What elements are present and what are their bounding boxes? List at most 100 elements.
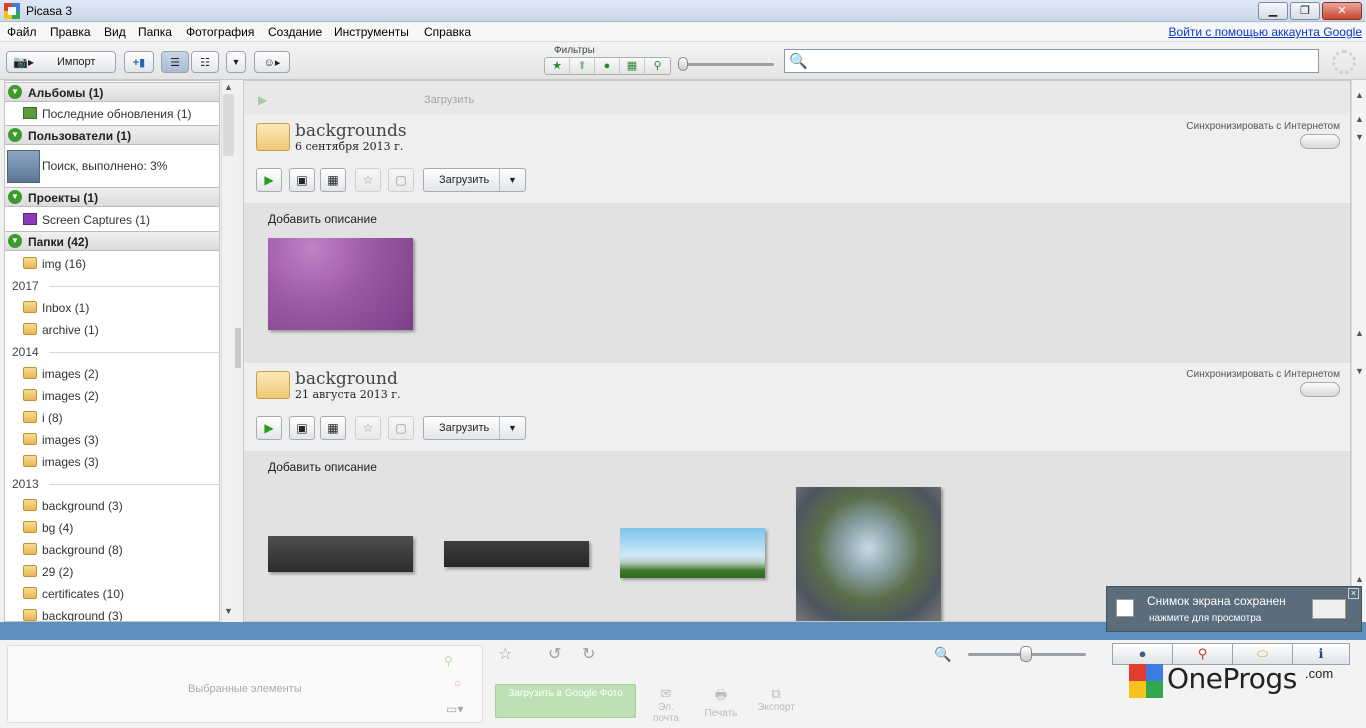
photo-thumbnail[interactable] <box>268 238 413 330</box>
scroll-up-icon[interactable]: ▲ <box>1352 574 1366 584</box>
chevron-down-icon[interactable]: ▼ <box>508 417 517 439</box>
print-button[interactable]: 🖶 Печать <box>703 686 739 719</box>
selected-items-tray[interactable]: Выбранные элементы ⚲ ○ ▭▾ <box>7 645 483 723</box>
export-button[interactable]: ⧉ Экспорт <box>756 686 796 713</box>
pin-icon[interactable]: ⚲ <box>444 654 453 668</box>
folder-item[interactable]: background (3) <box>5 495 219 517</box>
minimize-button[interactable]: ▁ <box>1258 2 1288 20</box>
folder-item[interactable]: 29 (2) <box>5 561 219 583</box>
album-title[interactable]: background <box>295 369 398 389</box>
photo-thumbnail[interactable] <box>796 487 941 621</box>
photo-thumbnail[interactable] <box>620 528 765 578</box>
scroll-up-icon[interactable]: ▲ <box>1352 328 1366 338</box>
scrollbar-thumb[interactable] <box>223 94 234 156</box>
folder-item[interactable]: img (16) <box>5 253 219 275</box>
scroll-down-icon[interactable]: ▼ <box>1352 366 1366 376</box>
folder-item[interactable]: i (8) <box>5 407 219 429</box>
sync-toggle[interactable] <box>1300 382 1340 397</box>
scroll-up-icon[interactable]: ▲ <box>222 82 235 92</box>
folder-item[interactable]: background (8) <box>5 539 219 561</box>
upload-button[interactable]: Загрузить ▼ <box>423 416 526 440</box>
menu-view[interactable]: Вид <box>104 25 126 39</box>
section-folders[interactable]: ▼ Папки (42) <box>5 231 219 251</box>
save-button[interactable]: ▢ <box>388 168 414 192</box>
tree-view-button[interactable]: ☷ <box>191 51 219 73</box>
email-button[interactable]: ✉ Эл. почта <box>644 686 688 724</box>
folder-item[interactable]: images (3) <box>5 451 219 473</box>
google-signin-link[interactable]: Войти с помощью аккаунта Google <box>1169 25 1362 39</box>
library-scrollbar[interactable]: ▲ ▼ <box>221 80 234 622</box>
star-button[interactable]: ☆ <box>355 168 381 192</box>
filter-geotag-icon[interactable]: ⚲ <box>645 58 670 74</box>
folder-item[interactable]: background (3) <box>5 605 219 621</box>
upload-to-google-photos-button[interactable]: Загрузить в Google Фото <box>495 684 636 718</box>
list-view-button[interactable]: ☰ <box>161 51 189 73</box>
filter-video-icon[interactable]: ▦ <box>620 58 645 74</box>
folder-item[interactable]: bg (4) <box>5 517 219 539</box>
collage-button[interactable]: ▣ <box>289 168 315 192</box>
filter-starred-icon[interactable]: ★ <box>545 58 570 74</box>
photo-thumbnail[interactable] <box>444 541 589 567</box>
expand-arrow-icon[interactable]: ▼ <box>8 234 22 248</box>
star-icon[interactable]: ☆ <box>498 644 512 664</box>
menu-edit[interactable]: Правка <box>50 25 91 39</box>
save-button[interactable]: ▢ <box>388 416 414 440</box>
clear-icon[interactable]: ○ <box>454 676 461 690</box>
people-button[interactable]: ☺▸ <box>254 51 290 73</box>
search-input[interactable]: 🔍 <box>784 49 1319 73</box>
rotate-right-icon[interactable]: ↻ <box>582 644 595 664</box>
scroll-down-icon[interactable]: ▼ <box>1352 132 1366 142</box>
menu-file[interactable]: Файл <box>7 25 37 39</box>
import-button[interactable]: 📷▸ Импорт <box>6 51 116 73</box>
slideshow-button[interactable]: ▶ <box>256 416 282 440</box>
scroll-down-icon[interactable]: ▼ <box>222 606 235 616</box>
expand-arrow-icon[interactable]: ▼ <box>8 85 22 99</box>
add-description-link[interactable]: Добавить описание <box>268 460 377 474</box>
album-title[interactable]: backgrounds <box>295 121 407 141</box>
movie-button[interactable]: ▦ <box>320 416 346 440</box>
folder-item[interactable]: archive (1) <box>5 319 219 341</box>
menu-tools[interactable]: Инструменты <box>334 25 409 39</box>
close-icon[interactable]: × <box>1348 588 1359 599</box>
add-to-album-button[interactable]: +▮ <box>124 51 154 73</box>
filter-slider-knob[interactable] <box>678 57 688 71</box>
slideshow-button[interactable]: ▶ <box>256 168 282 192</box>
maximize-button[interactable]: ❐ <box>1290 2 1320 20</box>
folder-item[interactable]: images (3) <box>5 429 219 451</box>
star-button[interactable]: ☆ <box>355 416 381 440</box>
view-options-dropdown[interactable]: ▼ <box>226 51 246 73</box>
screenshot-saved-notification[interactable]: Снимок экрана сохранен нажмите для просм… <box>1106 586 1362 632</box>
menu-folder[interactable]: Папка <box>138 25 172 39</box>
folder-item[interactable]: Inbox (1) <box>5 297 219 319</box>
menu-help[interactable]: Справка <box>424 25 471 39</box>
chevron-down-icon[interactable]: ▼ <box>508 169 517 191</box>
folder-item[interactable]: certificates (10) <box>5 583 219 605</box>
filter-uploaded-icon[interactable]: ⬆ <box>570 58 595 74</box>
upload-button[interactable]: Загрузить ▼ <box>423 168 526 192</box>
photo-thumbnail[interactable] <box>268 536 413 572</box>
album-scrollbar[interactable]: ▲ ▲ ▼ ▲ ▼ ▲ ▼ <box>1351 80 1366 622</box>
rotate-left-icon[interactable]: ↺ <box>548 644 561 664</box>
expand-arrow-icon[interactable]: ▼ <box>8 190 22 204</box>
menu-photo[interactable]: Фотография <box>186 25 254 39</box>
collage-button[interactable]: ▣ <box>289 416 315 440</box>
expand-arrow-icon[interactable]: ▼ <box>8 128 22 142</box>
menu-create[interactable]: Создание <box>268 25 322 39</box>
section-projects[interactable]: ▼ Проекты (1) <box>5 187 219 207</box>
scroll-up-icon[interactable]: ▲ <box>1352 114 1366 124</box>
section-people[interactable]: ▼ Пользователи (1) <box>5 125 219 145</box>
close-button[interactable]: ✕ <box>1322 2 1362 20</box>
scroll-top-icon[interactable]: ▲ <box>1352 90 1366 100</box>
panel-splitter[interactable] <box>235 328 241 368</box>
album-item[interactable]: Последние обновления (1) <box>5 103 219 125</box>
filter-faces-icon[interactable]: ● <box>595 58 620 74</box>
folder-item[interactable]: images (2) <box>5 363 219 385</box>
project-item[interactable]: Screen Captures (1) <box>5 209 219 231</box>
section-albums[interactable]: ▼ Альбомы (1) <box>5 82 219 102</box>
sync-toggle[interactable] <box>1300 134 1340 149</box>
folder-item[interactable]: images (2) <box>5 385 219 407</box>
movie-button[interactable]: ▦ <box>320 168 346 192</box>
people-search-item[interactable]: Поиск, выполнено: 3% <box>5 147 219 187</box>
zoom-slider-knob[interactable] <box>1020 646 1032 662</box>
album-add-icon[interactable]: ▭▾ <box>446 702 463 716</box>
